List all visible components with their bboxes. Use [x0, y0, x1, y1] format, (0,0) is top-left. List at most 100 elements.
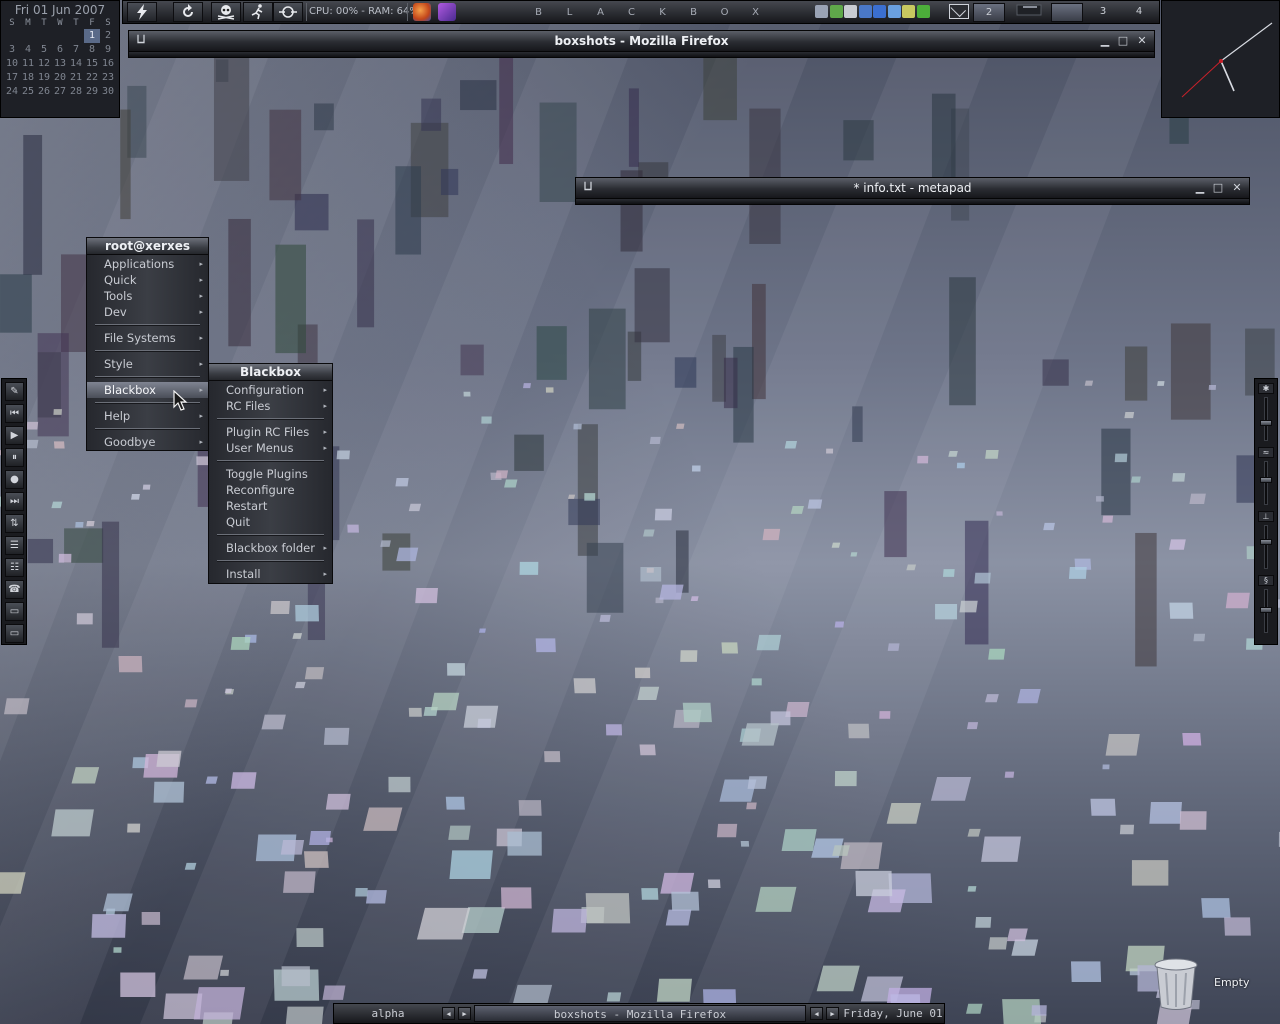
- calendar-day[interactable]: 24: [4, 85, 20, 99]
- calendar-day[interactable]: 4: [20, 43, 36, 57]
- blackbox-menu-item-plugin-rc-files[interactable]: Plugin RC Files ▸: [209, 424, 332, 440]
- root-menu-item-help[interactable]: Help ▸: [87, 408, 208, 424]
- metapad-window[interactable]: ⨆ * info.txt - metapad ▁ □ ✕: [575, 177, 1250, 205]
- mixer-track[interactable]: [1264, 397, 1268, 441]
- firefox-window[interactable]: ⨆ boxshots - Mozilla Firefox ▁ □ ✕: [128, 30, 1155, 58]
- firefox-handle[interactable]: [128, 52, 1155, 58]
- font-icon[interactable]: [873, 5, 886, 18]
- calendar-day[interactable]: 13: [52, 57, 68, 71]
- blackbox-menu-item-blackbox-folder[interactable]: Blackbox folder ▸: [209, 540, 332, 556]
- blackbox-menu-item-install[interactable]: Install ▸: [209, 566, 332, 582]
- calendar-day[interactable]: 25: [20, 85, 36, 99]
- playlist-icon[interactable]: ☰: [5, 536, 24, 555]
- blackbox-menu-item-configuration[interactable]: Configuration ▸: [209, 382, 332, 398]
- workspace-label[interactable]: alpha: [336, 1005, 440, 1022]
- minimize-icon[interactable]: ▁: [1193, 181, 1207, 195]
- calendar-day[interactable]: 20: [52, 71, 68, 85]
- pager-desktop-1[interactable]: [1013, 3, 1045, 22]
- close-icon[interactable]: ✕: [1230, 181, 1244, 195]
- calendar-day[interactable]: 29: [84, 85, 100, 99]
- calendar-day[interactable]: 15: [84, 57, 100, 71]
- mixer-slider-knob[interactable]: [1260, 539, 1272, 546]
- lightning-icon[interactable]: [127, 2, 157, 22]
- calendar-day[interactable]: 10: [4, 57, 20, 71]
- treble-icon[interactable]: §: [1258, 575, 1274, 586]
- mixer-slider-knob[interactable]: [1260, 607, 1272, 613]
- pager-desktop-3[interactable]: 3: [1087, 3, 1119, 22]
- calendar-day[interactable]: 23: [100, 71, 116, 85]
- calendar-day[interactable]: 5: [36, 43, 52, 57]
- phone-icon[interactable]: ☎: [5, 580, 24, 599]
- mixer-slider-knob[interactable]: [1260, 420, 1272, 427]
- calendar-day[interactable]: 14: [68, 57, 84, 71]
- calendar-day[interactable]: 12: [36, 57, 52, 71]
- root-menu-item-tools[interactable]: Tools ▸: [87, 288, 208, 304]
- mail-icon[interactable]: [949, 4, 969, 19]
- metapad-titlebar[interactable]: ⨆ * info.txt - metapad ▁ □ ✕: [575, 177, 1250, 199]
- volume-icon[interactable]: [887, 5, 901, 18]
- calendar-day[interactable]: 8: [84, 43, 100, 57]
- root-menu-item-dev[interactable]: Dev ▸: [87, 304, 208, 320]
- trash-icon[interactable]: [1152, 955, 1200, 1011]
- bass-icon[interactable]: ⊥: [1258, 511, 1274, 522]
- calendar-day[interactable]: 17: [4, 71, 20, 85]
- monitor-alt-icon[interactable]: ▭: [5, 624, 24, 643]
- refresh-icon[interactable]: [173, 2, 203, 22]
- calendar-day[interactable]: 28: [68, 85, 84, 99]
- window-label[interactable]: boxshots - Mozilla Firefox: [474, 1005, 806, 1022]
- root-menu-item-file-systems[interactable]: File Systems ▸: [87, 330, 208, 346]
- firefox-icon[interactable]: [413, 3, 431, 21]
- root-menu-item-style[interactable]: Style ▸: [87, 356, 208, 372]
- window-prev-button[interactable]: ◀: [810, 1007, 823, 1020]
- calendar-day[interactable]: 27: [52, 85, 68, 99]
- skull-icon[interactable]: [211, 2, 241, 22]
- blackbox-menu-item-user-menus[interactable]: User Menus ▸: [209, 440, 332, 456]
- pause-icon[interactable]: ⏸: [5, 448, 24, 467]
- window-next-button[interactable]: ▶: [826, 1007, 839, 1020]
- blackbox-menu-item-restart[interactable]: Restart: [209, 498, 332, 514]
- blackbox-menu-item-toggle-plugins[interactable]: Toggle Plugins: [209, 466, 332, 482]
- maximize-icon[interactable]: □: [1116, 34, 1130, 48]
- blackbox-menu-item-reconfigure[interactable]: Reconfigure: [209, 482, 332, 498]
- monitor-icon[interactable]: ▭: [5, 602, 24, 621]
- equalizer-icon[interactable]: ☷: [5, 558, 24, 577]
- xmms-icon[interactable]: ✎: [5, 382, 24, 401]
- calendar-day[interactable]: 6: [52, 43, 68, 57]
- folder-icon[interactable]: [902, 5, 915, 18]
- pager-desktop-4[interactable]: 4: [1123, 3, 1155, 22]
- notes-icon[interactable]: [438, 3, 456, 21]
- calendar-day[interactable]: 11: [20, 57, 36, 71]
- workspace-next-button[interactable]: ▶: [458, 1007, 471, 1020]
- sync-icon[interactable]: [273, 2, 303, 22]
- info-icon[interactable]: [858, 5, 872, 18]
- blackbox-menu-item-quit[interactable]: Quit: [209, 514, 332, 530]
- root-menu-item-applications[interactable]: Applications ▸: [87, 256, 208, 272]
- maximize-icon[interactable]: □: [1211, 181, 1225, 195]
- root-menu-item-blackbox[interactable]: Blackbox ▸: [87, 382, 208, 398]
- calendar-day[interactable]: 2: [100, 29, 116, 43]
- minimize-icon[interactable]: ▁: [1098, 34, 1112, 48]
- mixer-slider-knob[interactable]: [1260, 477, 1272, 484]
- calendar-day[interactable]: 7: [68, 43, 84, 57]
- calendar-day[interactable]: 26: [36, 85, 52, 99]
- root-menu-item-quick[interactable]: Quick ▸: [87, 272, 208, 288]
- calendar-day[interactable]: 1: [84, 29, 100, 43]
- calendar-day[interactable]: 16: [100, 57, 116, 71]
- workspace-prev-button[interactable]: ◀: [442, 1007, 455, 1020]
- firefox-titlebar[interactable]: ⨆ boxshots - Mozilla Firefox ▁ □ ✕: [128, 30, 1155, 52]
- stop-icon[interactable]: ●: [5, 470, 24, 489]
- calendar-day[interactable]: 18: [20, 71, 36, 85]
- previous-icon[interactable]: ⏮: [5, 404, 24, 423]
- shade-icon[interactable]: ⨆: [135, 34, 147, 46]
- metapad-handle[interactable]: [575, 199, 1250, 205]
- calendar-day[interactable]: 30: [100, 85, 116, 99]
- blackbox-menu-item-rc-files[interactable]: RC Files ▸: [209, 398, 332, 414]
- calendar-day[interactable]: 21: [68, 71, 84, 85]
- desktop-counter[interactable]: 2: [973, 3, 1005, 22]
- pager-desktop-2[interactable]: [1051, 3, 1083, 22]
- play-icon[interactable]: ▶: [5, 426, 24, 445]
- shade-icon[interactable]: ⨆: [582, 181, 594, 193]
- calendar-day[interactable]: 19: [36, 71, 52, 85]
- eject-icon[interactable]: ⇅: [5, 514, 24, 533]
- vol-icon[interactable]: ✱: [1258, 383, 1274, 394]
